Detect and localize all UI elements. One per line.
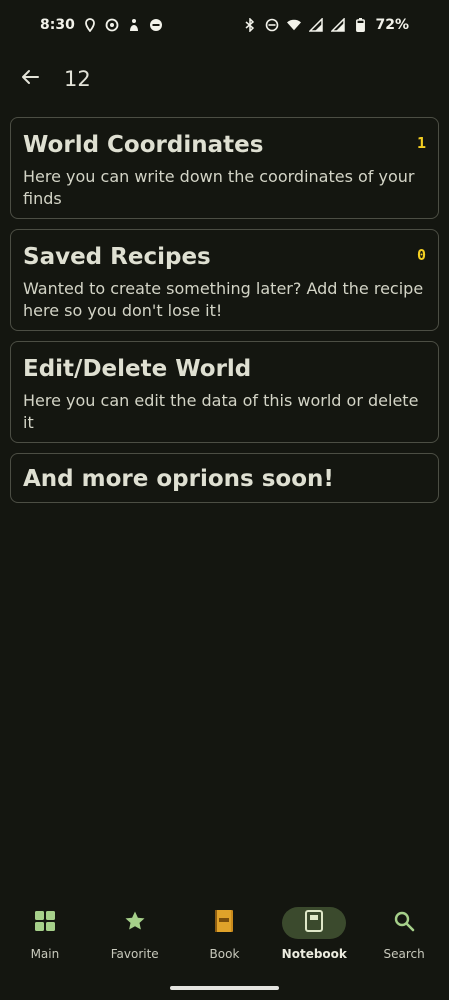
status-right: 72% <box>243 17 409 33</box>
wifi-icon <box>287 18 302 32</box>
nav-icon-container <box>372 907 436 939</box>
edit-delete-world-card[interactable]: Edit/Delete World Here you can edit the … <box>10 341 439 443</box>
card-title: And more oprions soon! <box>23 466 334 492</box>
nav-main[interactable]: Main <box>0 895 90 975</box>
grid-icon <box>34 910 56 936</box>
gesture-handle[interactable] <box>170 986 279 990</box>
nav-icon-container <box>103 907 167 939</box>
nav-label: Search <box>383 947 425 961</box>
recipes-count: 0 <box>416 246 426 264</box>
dnd-icon <box>265 18 279 32</box>
status-left: 8:30 <box>40 17 163 33</box>
signal-icon <box>309 18 324 32</box>
nav-notebook[interactable]: Notebook <box>269 895 359 975</box>
coordinates-count: 1 <box>416 134 426 152</box>
nav-icon-container <box>192 907 256 939</box>
battery-percent: 72% <box>375 17 409 33</box>
nav-book[interactable]: Book <box>180 895 270 975</box>
nav-label: Main <box>30 947 60 961</box>
location-icon <box>83 18 97 32</box>
nav-icon-container <box>282 907 347 939</box>
nav-search[interactable]: Search <box>359 895 449 975</box>
card-title: Saved Recipes <box>23 244 211 270</box>
page-title: 12 <box>64 67 91 91</box>
signal-icon <box>331 18 346 32</box>
card-title: World Coordinates <box>23 132 264 158</box>
dnd-icon <box>149 18 163 32</box>
bottom-navigation: Main Favorite Book Notebook Search <box>0 895 449 975</box>
accessibility-icon <box>127 18 141 32</box>
nav-favorite[interactable]: Favorite <box>90 895 180 975</box>
card-description: Here you can write down the coordinates … <box>23 167 415 208</box>
card-description: Here you can edit the data of this world… <box>23 391 419 432</box>
card-description: Wanted to create something later? Add th… <box>23 279 424 320</box>
book-icon <box>214 909 234 937</box>
radio-icon <box>105 18 119 32</box>
saved-recipes-card[interactable]: Saved Recipes Wanted to create something… <box>10 229 439 331</box>
notebook-icon <box>305 910 324 936</box>
status-time: 8:30 <box>40 17 75 33</box>
battery-icon <box>353 18 367 32</box>
more-options-card: And more oprions soon! <box>10 453 439 503</box>
nav-label: Notebook <box>281 947 347 961</box>
options-list: World Coordinates Here you can write dow… <box>10 117 439 513</box>
world-coordinates-card[interactable]: World Coordinates Here you can write dow… <box>10 117 439 219</box>
bluetooth-icon <box>243 18 257 32</box>
top-app-bar: 12 <box>0 56 449 102</box>
star-icon <box>124 910 146 936</box>
arrow-left-icon <box>20 67 40 91</box>
nav-icon-container <box>13 907 77 939</box>
search-icon <box>393 910 415 936</box>
card-title: Edit/Delete World <box>23 356 252 382</box>
back-button[interactable] <box>16 65 44 93</box>
nav-label: Book <box>209 947 240 961</box>
nav-label: Favorite <box>110 947 159 961</box>
status-bar: 8:30 72% <box>0 0 449 50</box>
